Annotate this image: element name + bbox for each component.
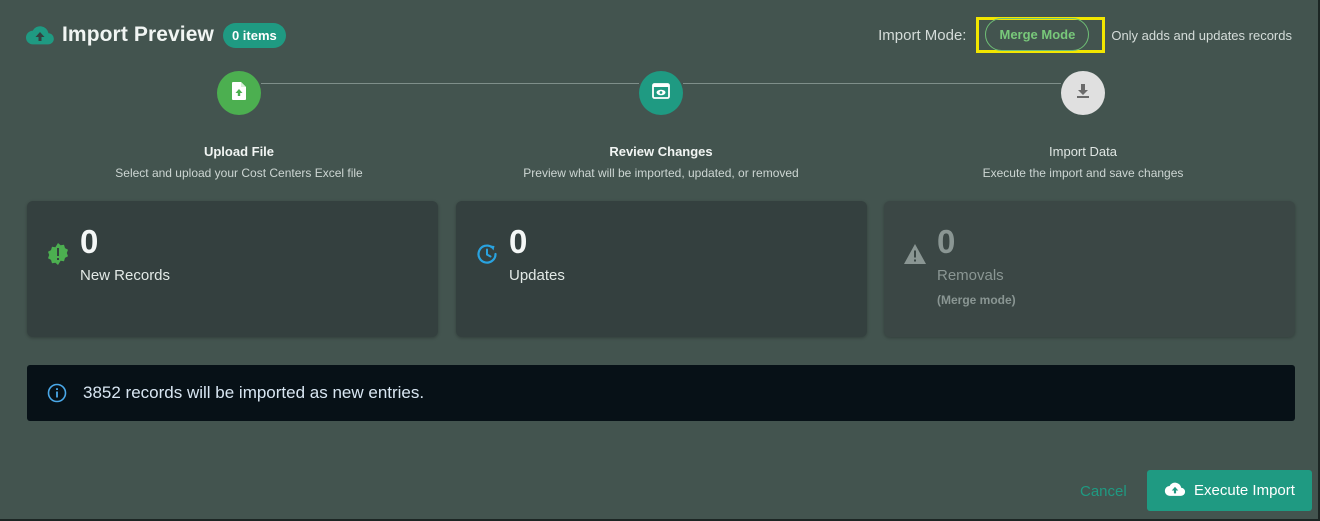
new-records-card: 0 New Records [27, 201, 438, 337]
cloud-upload-icon [1164, 481, 1186, 501]
page-title: Import Preview [62, 23, 214, 46]
removals-count: 0 [937, 223, 956, 260]
stepper-connector [261, 83, 639, 84]
updates-count: 0 [509, 223, 528, 260]
new-badge-icon [45, 241, 71, 267]
info-message: 3852 records will be imported as new ent… [83, 383, 425, 402]
import-mode-area: Import Mode: Merge Mode Only adds and up… [878, 17, 1292, 53]
removals-mode-note: (Merge mode) [937, 293, 1016, 307]
step-upload-description: Select and upload your Cost Centers Exce… [115, 166, 363, 180]
panel-header: Import Preview 0 items [26, 20, 286, 50]
step-review-title: Review Changes [609, 144, 713, 159]
stepper-connector [683, 83, 1061, 84]
import-mode-description: Only adds and updates records [1111, 27, 1292, 43]
import-preview-panel: Import Preview 0 items Import Mode: Merg… [0, 0, 1320, 521]
cancel-button[interactable]: Cancel [1072, 473, 1135, 509]
step-import-title: Import Data [1049, 144, 1117, 159]
step-import-circle[interactable] [1061, 71, 1105, 115]
items-count-badge: 0 items [222, 22, 286, 48]
info-banner: 3852 records will be imported as new ent… [27, 365, 1295, 421]
step-review-description: Preview what will be imported, updated, … [523, 166, 799, 180]
removals-card: 0 Removals (Merge mode) [884, 201, 1295, 337]
new-records-count: 0 [80, 223, 99, 260]
update-clock-icon [474, 241, 500, 267]
preview-icon [652, 82, 670, 104]
download-icon [1075, 83, 1091, 104]
step-upload-title: Upload File [203, 144, 275, 159]
step-import-description: Execute the import and save changes [982, 166, 1184, 180]
execute-import-button[interactable]: Execute Import [1147, 470, 1312, 511]
merge-mode-highlight: Merge Mode [976, 17, 1106, 53]
removals-label: Removals [937, 267, 1004, 284]
import-mode-label: Import Mode: [878, 26, 967, 44]
file-upload-icon [231, 81, 247, 106]
updates-label: Updates [509, 267, 565, 284]
merge-mode-chip[interactable]: Merge Mode [985, 18, 1090, 51]
cloud-upload-icon [26, 21, 54, 49]
step-upload-circle[interactable] [217, 71, 261, 115]
execute-import-label: Execute Import [1194, 482, 1295, 499]
new-records-label: New Records [80, 267, 171, 284]
step-review-circle[interactable] [639, 71, 683, 115]
info-icon [47, 383, 67, 403]
warning-icon [902, 241, 928, 267]
updates-card: 0 Updates [456, 201, 867, 337]
